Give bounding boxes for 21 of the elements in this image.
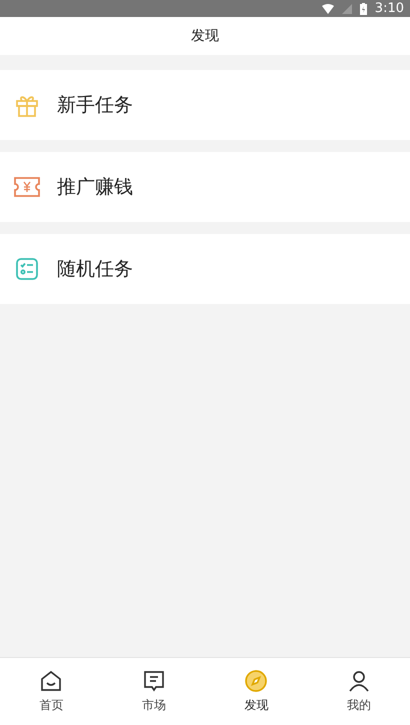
tab[interactable]: 我的 xyxy=(308,658,410,725)
status-time: 3:10 xyxy=(374,1,404,16)
tab[interactable]: 市场 xyxy=(102,658,205,725)
menu-label: 推广赚钱 xyxy=(57,175,133,200)
chat-icon xyxy=(142,669,166,693)
ticket-icon xyxy=(13,176,41,198)
menu-item[interactable]: 推广赚钱 xyxy=(0,152,410,222)
page-title: 发现 xyxy=(191,27,219,45)
menu-label: 新手任务 xyxy=(57,93,133,118)
wifi-icon xyxy=(322,4,334,14)
battery-icon xyxy=(360,2,367,14)
menu-item[interactable]: 随机任务 xyxy=(0,234,410,304)
signal-icon xyxy=(342,4,352,14)
menu-label: 随机任务 xyxy=(57,257,133,282)
tab[interactable]: 首页 xyxy=(0,658,102,725)
home-icon xyxy=(39,669,64,693)
tab[interactable]: 发现 xyxy=(205,658,308,725)
compass-icon xyxy=(244,669,268,693)
checklist-icon xyxy=(13,257,41,281)
person-icon xyxy=(346,669,371,693)
menu-item[interactable]: 新手任务 xyxy=(0,70,410,140)
